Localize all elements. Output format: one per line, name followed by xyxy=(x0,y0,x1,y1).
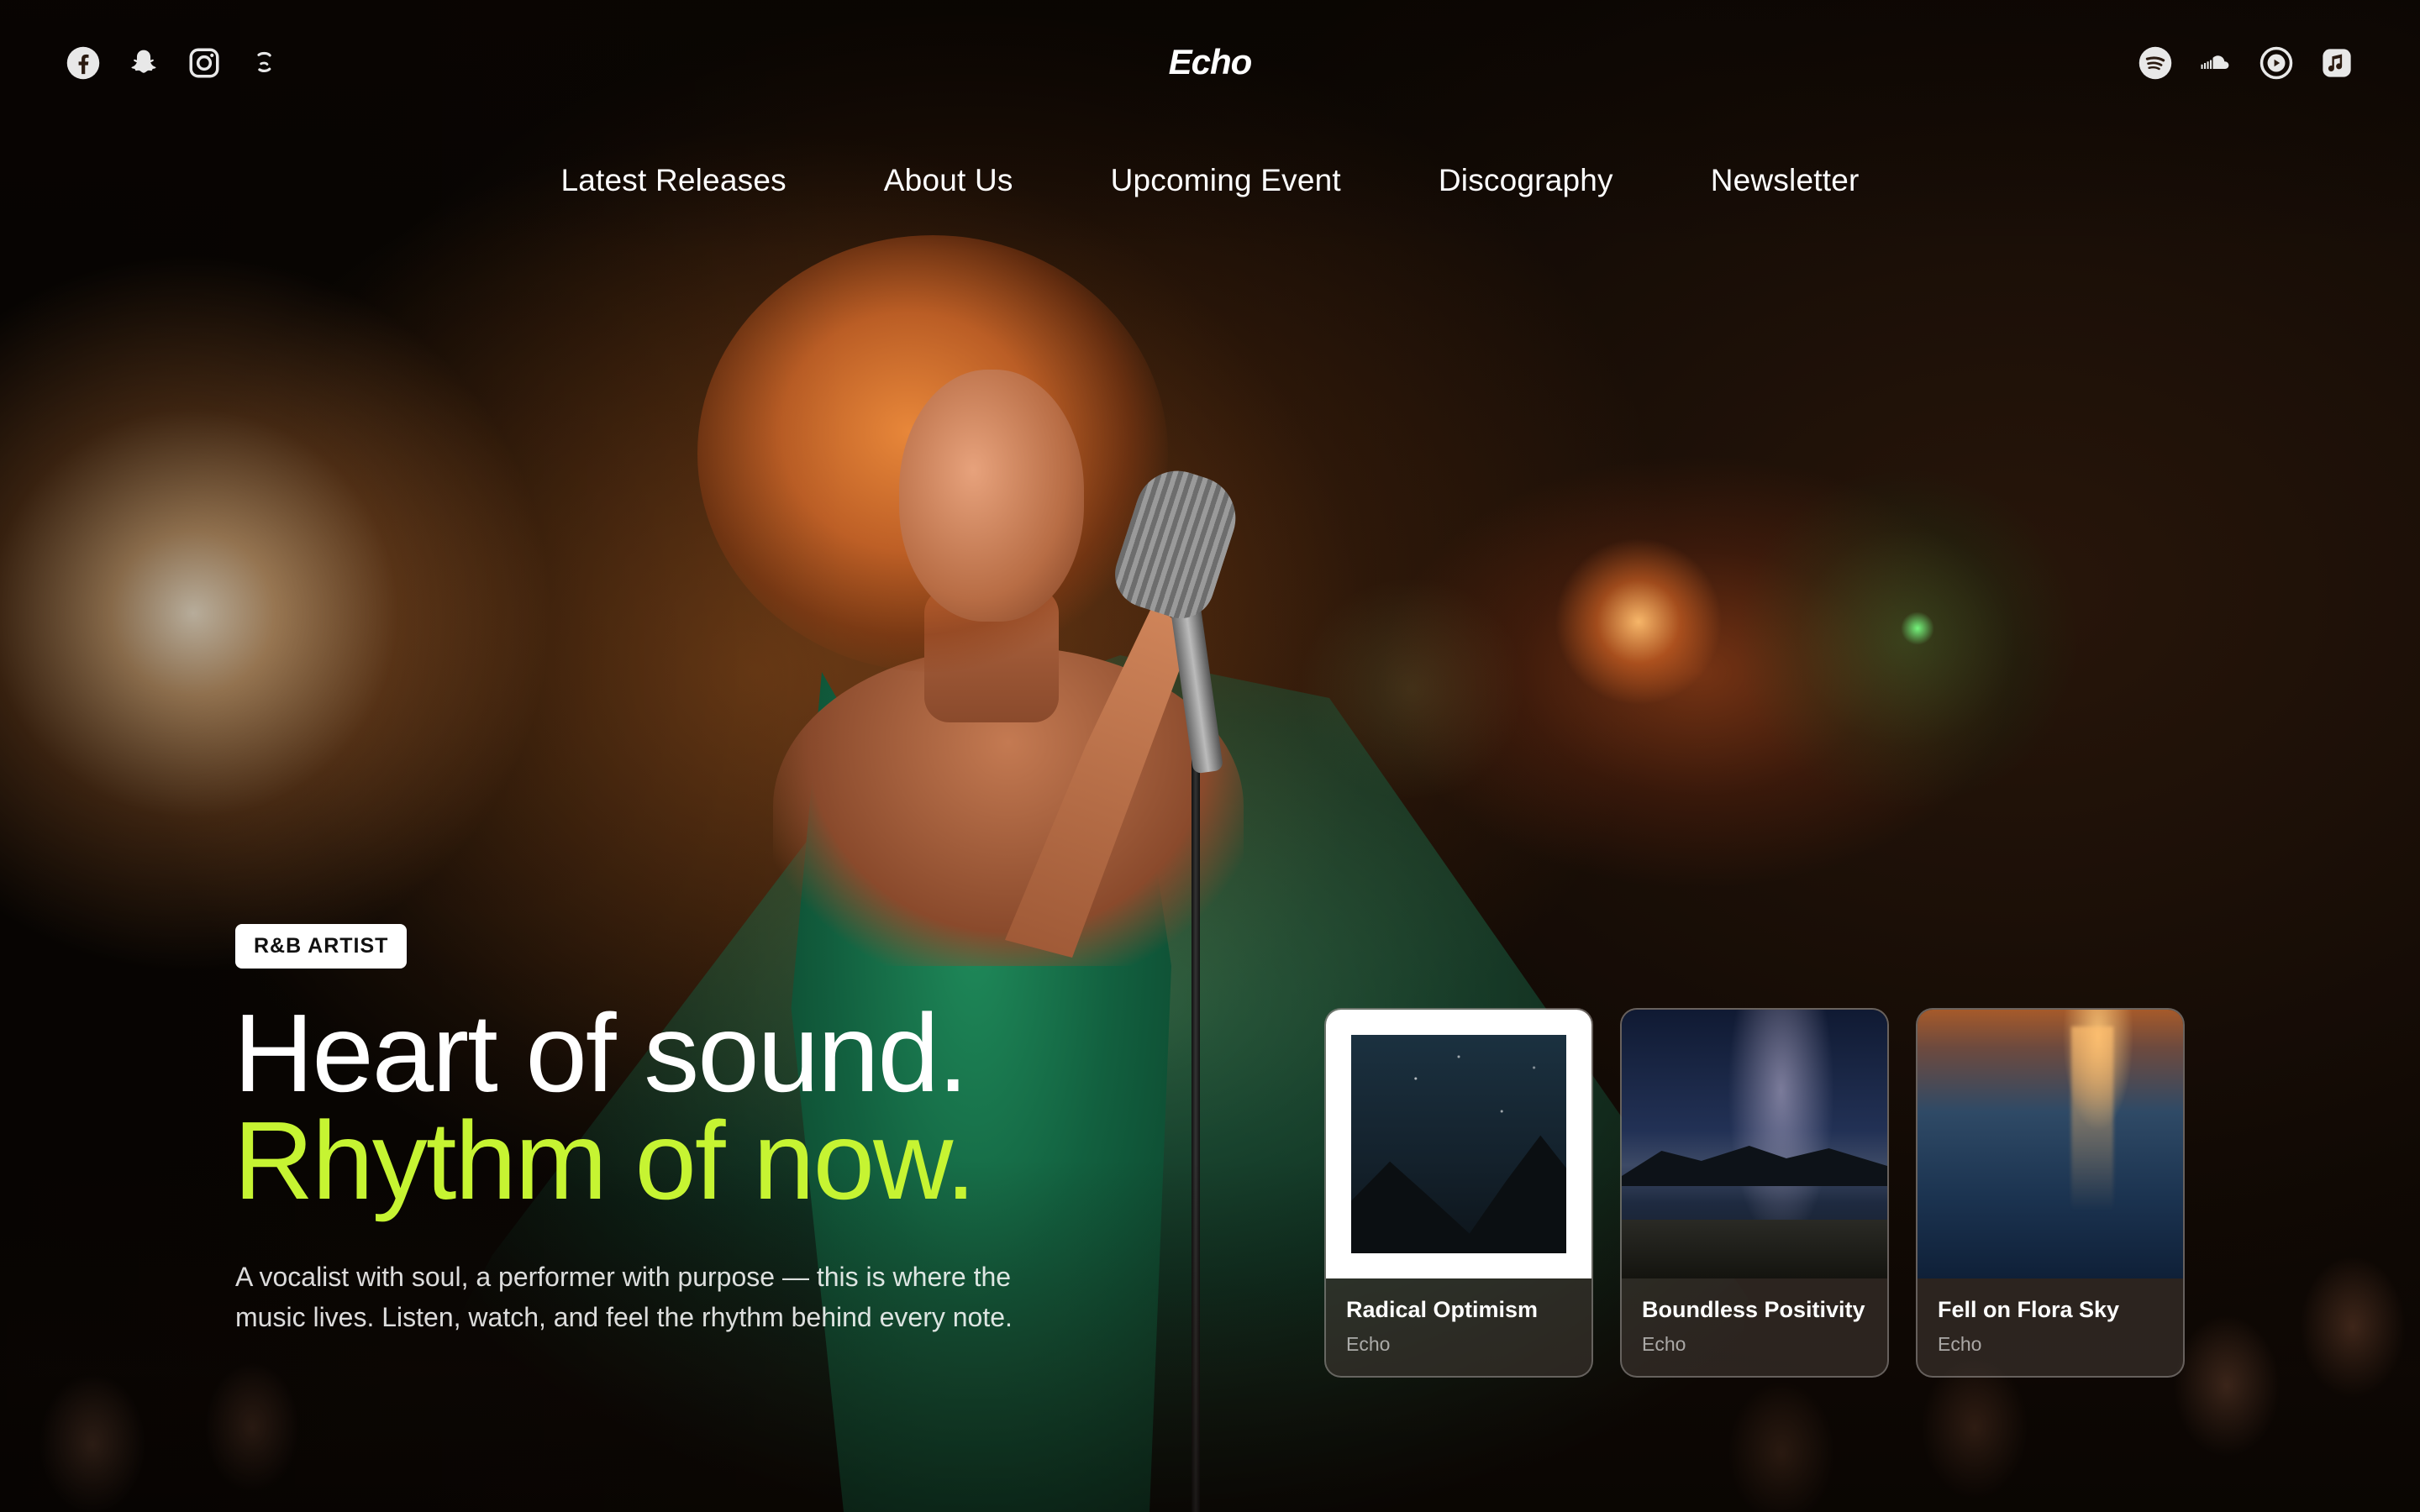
album-cover xyxy=(1622,1010,1887,1278)
site-header: Echo Latest Releases About Us Upcoming E… xyxy=(0,0,2420,197)
nav-latest-releases[interactable]: Latest Releases xyxy=(560,163,786,198)
youtube-music-icon[interactable] xyxy=(2259,45,2294,81)
album-cover xyxy=(1326,1010,1591,1278)
album-title: Fell on Flora Sky xyxy=(1938,1297,2120,1322)
nav-discography[interactable]: Discography xyxy=(1439,163,1613,198)
spotify-icon[interactable] xyxy=(2138,45,2173,81)
apple-music-icon[interactable] xyxy=(2319,45,2354,81)
album-title: Radical Optimism xyxy=(1346,1297,1539,1322)
headline-line-1: Heart of sound. xyxy=(234,991,969,1115)
album-artist: Echo xyxy=(1938,1333,1982,1355)
album-card[interactable]: Boundless Positivity Echo xyxy=(1620,1008,1889,1378)
soundcloud-icon[interactable] xyxy=(2198,45,2233,81)
album-artist: Echo xyxy=(1642,1333,1686,1355)
streaming-links xyxy=(2138,45,2354,81)
genre-badge: R&B ARTIST xyxy=(235,924,408,969)
main-nav: Latest Releases About Us Upcoming Event … xyxy=(0,163,2420,198)
album-cover xyxy=(1918,1010,2183,1278)
album-cards: Radical Optimism Echo Boundless Positivi… xyxy=(1324,1008,2185,1378)
album-card[interactable]: Fell on Flora Sky Echo xyxy=(1916,1008,2185,1378)
album-title: Boundless Positivity xyxy=(1642,1297,1865,1322)
nav-newsletter[interactable]: Newsletter xyxy=(1711,163,1860,198)
album-card[interactable]: Radical Optimism Echo xyxy=(1324,1008,1593,1378)
nav-upcoming-event[interactable]: Upcoming Event xyxy=(1111,163,1341,198)
nav-about-us[interactable]: About Us xyxy=(884,163,1013,198)
brand-logo[interactable]: Echo xyxy=(0,42,2420,82)
album-artist: Echo xyxy=(1346,1333,1391,1355)
hero-description: A vocalist with soul, a performer with p… xyxy=(235,1262,1013,1332)
headline-line-2: Rhythm of now. xyxy=(234,1099,976,1222)
hero-headline: Heart of sound. Rhythm of now. xyxy=(234,991,976,1222)
